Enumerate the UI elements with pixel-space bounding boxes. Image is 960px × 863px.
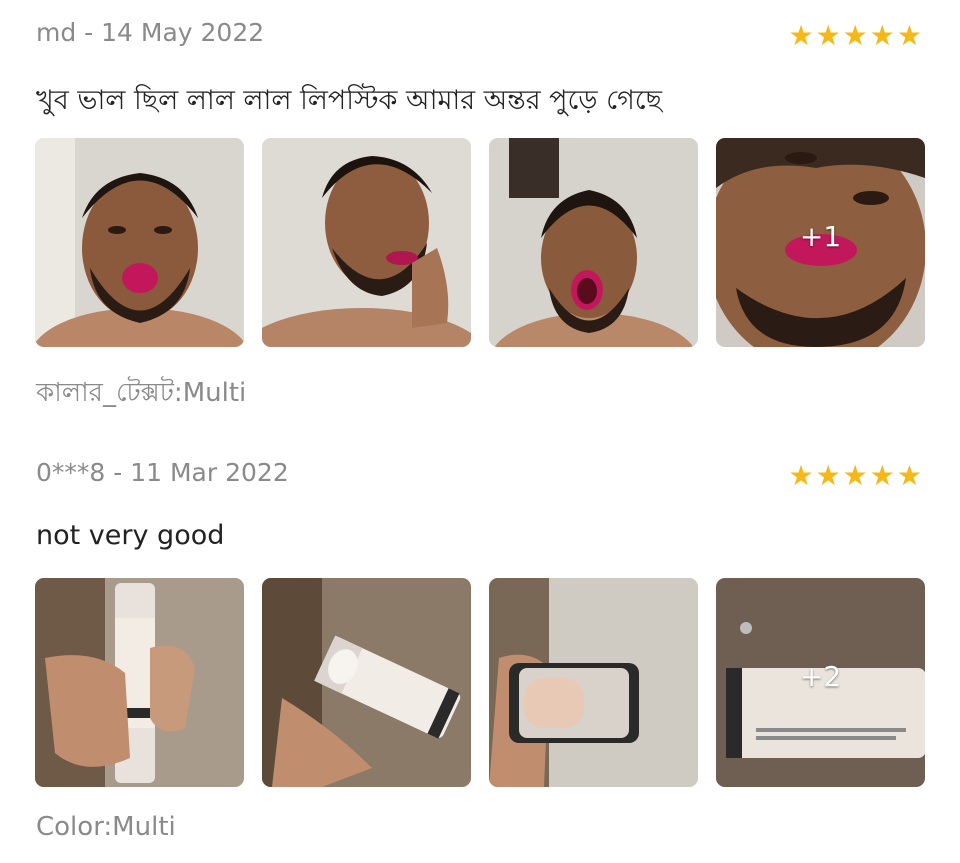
star-icon: ★: [788, 19, 814, 52]
star-icon: ★: [842, 19, 868, 52]
review-photos: +2: [35, 578, 925, 787]
review-text: not very good: [36, 520, 225, 551]
star-icon: ★: [788, 459, 814, 492]
review-photo[interactable]: [262, 138, 471, 347]
star-icon: ★: [896, 459, 922, 492]
review-text: খুব ভাল ছিল লাল লাল লিপস্টিক আমার অন্তর …: [36, 85, 663, 116]
review-photo[interactable]: [262, 578, 471, 787]
sku-info: কালার_টেক্সট:Multi: [36, 378, 247, 408]
sku-info: Color:Multi: [36, 812, 176, 842]
more-photos-count: +1: [799, 220, 842, 253]
review-author-date: 0***8 - 11 Mar 2022: [36, 458, 289, 487]
star-icon: ★: [896, 19, 922, 52]
review-photo[interactable]: +1: [716, 138, 925, 347]
star-icon: ★: [815, 459, 841, 492]
review-photo[interactable]: +2: [716, 578, 925, 787]
review-photo[interactable]: [489, 578, 698, 787]
review-photos: +1: [35, 138, 925, 347]
rating-stars: ★ ★ ★ ★ ★: [788, 462, 922, 490]
star-icon: ★: [815, 19, 841, 52]
rating-stars: ★ ★ ★ ★ ★: [788, 22, 922, 50]
star-icon: ★: [869, 459, 895, 492]
more-photos-count: +2: [799, 660, 842, 693]
review-photo[interactable]: [35, 138, 244, 347]
review-author-date: md - 14 May 2022: [36, 18, 265, 47]
review-photo[interactable]: [489, 138, 698, 347]
star-icon: ★: [869, 19, 895, 52]
review-photo[interactable]: [35, 578, 244, 787]
star-icon: ★: [842, 459, 868, 492]
